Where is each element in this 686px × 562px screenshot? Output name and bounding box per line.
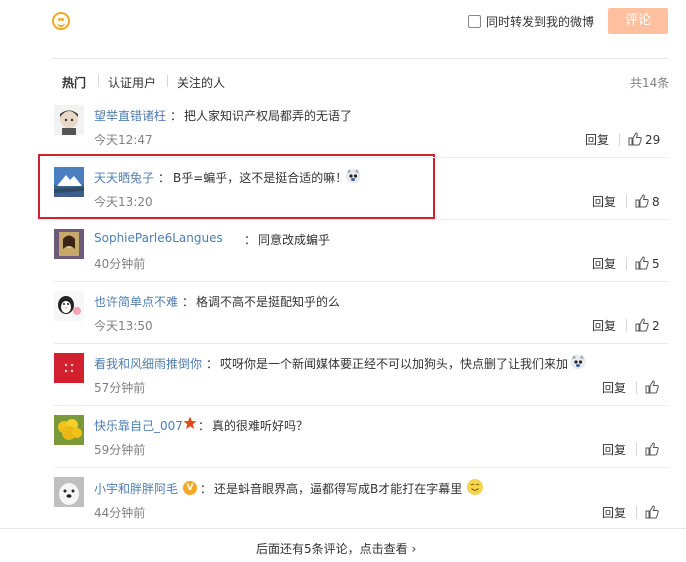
avatar[interactable] — [54, 229, 84, 259]
like-count: 2 — [652, 319, 660, 333]
colon: ： — [158, 171, 171, 185]
comment-text: 同意改成蝙乎 — [258, 233, 331, 247]
reply-link[interactable]: 回复 — [592, 193, 616, 210]
thumbs-up-icon[interactable] — [635, 194, 649, 208]
divider — [626, 319, 627, 332]
username[interactable]: 望举直错诸枉 — [94, 107, 166, 124]
reply-link[interactable]: 回复 — [602, 441, 626, 458]
colon: ： — [206, 357, 219, 371]
row-divider — [54, 281, 668, 282]
comment-time: 40分钟前 — [94, 257, 146, 271]
divider — [636, 443, 637, 456]
username[interactable]: SophieParle6Langues — [94, 231, 223, 245]
thumbs-up-icon[interactable] — [628, 132, 642, 146]
divider — [636, 381, 637, 394]
comment-text: B乎=蝙乎，这不是挺合适的嘛！ — [173, 171, 348, 185]
reply-link[interactable]: 回复 — [602, 504, 626, 521]
tab-divider — [167, 75, 168, 87]
smile-emoji-icon — [467, 479, 483, 495]
comment-time: 59分钟前 — [94, 443, 146, 457]
reply-link[interactable]: 回复 — [602, 379, 626, 396]
divider — [619, 133, 620, 146]
avatar[interactable] — [54, 477, 84, 507]
forward-checkbox[interactable] — [468, 15, 481, 28]
colon: ： — [244, 233, 257, 247]
comment-time: 今天13:20 — [94, 195, 153, 209]
divider — [52, 58, 668, 59]
load-more-link[interactable]: 后面还有5条评论，点击查看 › — [256, 540, 416, 557]
divider — [636, 506, 637, 519]
thumbs-up-icon[interactable] — [645, 505, 659, 519]
colon: ： — [198, 419, 211, 433]
comment-text: 真的很难听好吗？ — [212, 419, 309, 433]
comment-time: 今天13:50 — [94, 319, 153, 333]
like-count: 8 — [652, 195, 660, 209]
username[interactable]: 也许简单点不难 — [94, 293, 178, 310]
comment-text: 还是蚪音眼界高，逼都得写成B才能打在字幕里 — [214, 482, 463, 496]
thumbs-up-icon[interactable] — [635, 256, 649, 270]
thumbs-up-icon[interactable] — [645, 380, 659, 394]
comment-time: 44分钟前 — [94, 506, 146, 520]
row-divider — [54, 157, 668, 158]
doge-emoji-icon — [345, 168, 361, 184]
verified-badge-icon: V — [183, 481, 197, 495]
row-divider — [54, 405, 668, 406]
avatar[interactable] — [54, 105, 84, 135]
comment-text: 把人家知识产权局都弄的无语了 — [184, 109, 353, 123]
avatar[interactable] — [54, 415, 84, 445]
star-badge-icon — [183, 416, 197, 429]
colon: ： — [200, 482, 213, 496]
comment-time: 今天12:47 — [94, 133, 153, 147]
emoji-icon[interactable] — [52, 12, 70, 30]
divider — [626, 195, 627, 208]
row-divider — [54, 343, 668, 344]
username[interactable]: 快乐靠自己_007 — [94, 417, 183, 434]
username[interactable]: 天天晒兔子 — [94, 169, 154, 186]
colon: ： — [170, 109, 183, 123]
comment-text: 哎呀你是一个新闻媒体要正经不可以加狗头，快点删了让我们来加 — [220, 357, 569, 371]
like-count: 29 — [645, 133, 661, 147]
thumbs-up-icon[interactable] — [645, 442, 659, 456]
avatar[interactable] — [54, 167, 84, 197]
comment-total: 共14条 — [630, 76, 670, 90]
comment-button[interactable]: 评论 — [608, 8, 668, 34]
comment-time: 57分钟前 — [94, 381, 146, 395]
username[interactable]: 小宇和胖胖阿毛 — [94, 480, 178, 497]
colon: ： — [182, 295, 195, 309]
avatar[interactable] — [54, 353, 84, 383]
tab-hot[interactable]: 热门 — [62, 74, 86, 91]
doge-emoji-icon — [570, 354, 586, 370]
divider — [626, 257, 627, 270]
like-count: 5 — [652, 257, 660, 271]
reply-link[interactable]: 回复 — [592, 255, 616, 272]
reply-link[interactable]: 回复 — [592, 317, 616, 334]
comment-text: 格调不高不是挺配知乎的么 — [196, 295, 341, 309]
tab-following[interactable]: 关注的人 — [177, 74, 225, 91]
tab-verified-users[interactable]: 认证用户 — [108, 74, 156, 91]
row-divider — [54, 219, 668, 220]
username[interactable]: 看我和风细雨推倒你 — [94, 355, 202, 372]
forward-label[interactable]: 同时转发到我的微博 — [486, 13, 594, 30]
row-divider — [54, 467, 668, 468]
tab-divider — [98, 75, 99, 87]
avatar[interactable] — [54, 291, 84, 321]
reply-link[interactable]: 回复 — [585, 131, 609, 148]
thumbs-up-icon[interactable] — [635, 318, 649, 332]
divider — [0, 528, 686, 529]
